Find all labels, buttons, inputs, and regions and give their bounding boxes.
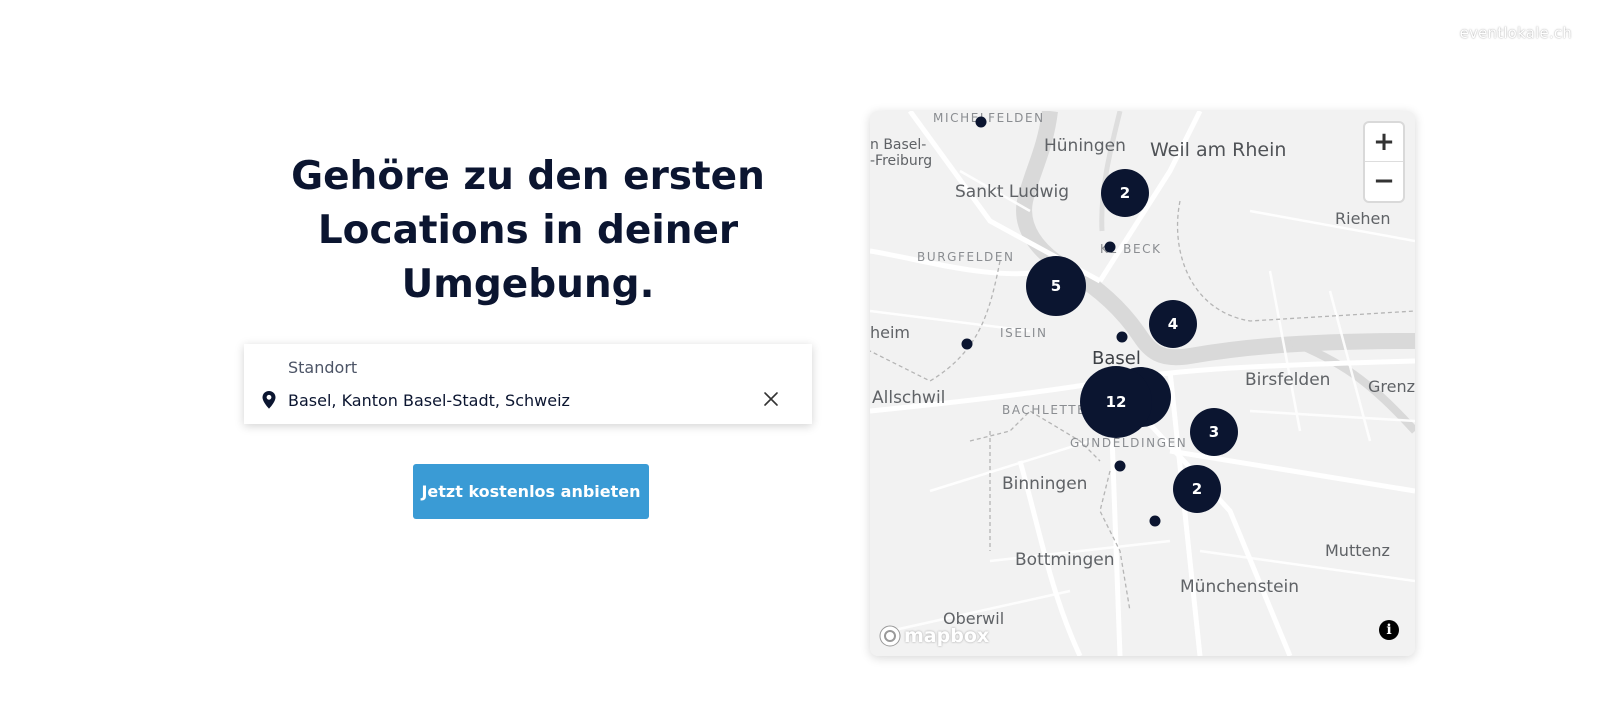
headline-line-3: Umgebung.: [401, 262, 655, 307]
place-bottmingen: Bottmingen: [1015, 550, 1115, 570]
zoom-out-button[interactable]: −: [1365, 162, 1403, 201]
cluster-marker[interactable]: 2: [1173, 465, 1221, 513]
cluster-marker[interactable]: 4: [1149, 300, 1197, 348]
headline: Gehöre zu den ersten Locations in deiner…: [244, 150, 812, 312]
location-marker[interactable]: [1149, 515, 1161, 527]
location-marker[interactable]: [1116, 331, 1128, 343]
place-binningen: Binningen: [1002, 474, 1088, 494]
headline-line-2: Locations in deiner: [317, 208, 739, 253]
cluster-marker[interactable]: 12: [1080, 366, 1152, 438]
zoom-in-button[interactable]: +: [1365, 123, 1403, 162]
watermark: eventlokale.ch: [1459, 24, 1572, 42]
page: eventlokale.ch Gehöre zu den ersten Loca…: [0, 0, 1600, 713]
place-gundeldingen: GUNDELDINGEN: [1070, 436, 1188, 450]
place-birsfelden: Birsfelden: [1245, 370, 1331, 390]
location-marker[interactable]: [975, 116, 987, 128]
location-field-label: Standort: [288, 358, 358, 377]
place-muttenz: Muttenz: [1325, 541, 1390, 560]
place-heim: heim: [870, 323, 911, 342]
place-huningen: Hüningen: [1044, 136, 1126, 156]
cluster-marker[interactable]: 3: [1190, 408, 1238, 456]
place-basel-freiburg-1: n Basel-: [870, 137, 927, 153]
place-grenza: Grenza: [1368, 377, 1415, 396]
location-field[interactable]: Standort: [244, 344, 812, 424]
place-iselin: ISELIN: [1000, 326, 1048, 340]
place-burgfelden: BURGFELDEN: [917, 250, 1015, 264]
offer-free-button[interactable]: Jetzt kostenlos anbieten: [413, 464, 649, 519]
headline-line-1: Gehöre zu den ersten: [291, 154, 765, 199]
close-icon[interactable]: [762, 390, 780, 408]
map[interactable]: MICHELFELDEN n Basel- -Freiburg Hüningen…: [870, 111, 1415, 656]
place-sankt-ludwig: Sankt Ludwig: [955, 182, 1070, 202]
mapbox-logo-icon: [879, 625, 901, 647]
place-allschwil: Allschwil: [872, 388, 946, 408]
info-icon[interactable]: i: [1379, 620, 1399, 640]
map-pin-icon: [262, 391, 276, 409]
place-basel-freiburg-2: -Freiburg: [870, 153, 933, 169]
place-weil-am-rhein: Weil am Rhein: [1150, 139, 1287, 161]
location-marker[interactable]: [1114, 460, 1126, 472]
location-marker[interactable]: [1104, 241, 1116, 253]
cluster-marker[interactable]: 2: [1101, 169, 1149, 217]
mapbox-logo[interactable]: mapbox: [878, 624, 989, 648]
hero-section: Gehöre zu den ersten Locations in deiner…: [244, 150, 812, 519]
place-munchenstein: Münchenstein: [1180, 577, 1300, 597]
mapbox-logo-text: mapbox: [904, 625, 990, 647]
place-michelfelden: MICHELFELDEN: [933, 111, 1045, 125]
cluster-marker[interactable]: 5: [1026, 256, 1086, 316]
location-marker[interactable]: [961, 338, 973, 350]
place-riehen: Riehen: [1335, 209, 1391, 228]
zoom-control: + −: [1365, 123, 1403, 201]
location-input[interactable]: [288, 388, 748, 412]
